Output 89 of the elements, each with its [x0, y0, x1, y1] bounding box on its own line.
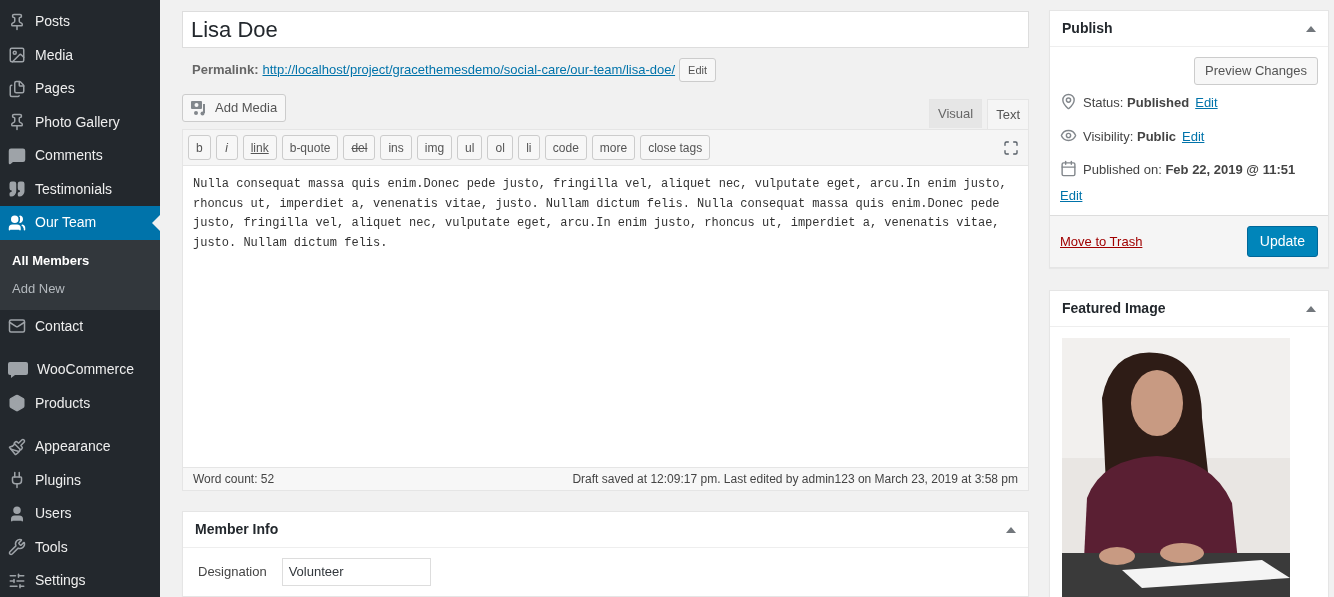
- format-button[interactable]: img: [416, 135, 453, 160]
- publish-setting: Visibility: Public: [1083, 127, 1176, 146]
- menu-item[interactable]: Products: [0, 386, 160, 420]
- format-button[interactable]: del: [343, 135, 376, 160]
- box-title: Member Info: [195, 520, 279, 539]
- designation-field[interactable]: Volunteer: [281, 558, 431, 586]
- format-button[interactable]: ul: [457, 135, 483, 160]
- box-title: Featured Image: [1062, 299, 1166, 318]
- menu-label: Comments: [35, 146, 103, 166]
- quote-icon: [8, 180, 26, 199]
- menu-item[interactable]: Pages: [0, 72, 160, 106]
- trash-link[interactable]: Move to Trash: [1060, 231, 1143, 252]
- box-icon: [8, 394, 26, 413]
- format-button[interactable]: code: [544, 135, 587, 160]
- preview-button[interactable]: Preview Changes: [1194, 57, 1318, 85]
- format-button[interactable]: i: [215, 135, 238, 160]
- menu-label: Products: [35, 393, 91, 413]
- menu-label: Appearance: [35, 437, 111, 457]
- menu-label: Testimonials: [35, 179, 113, 199]
- menu-item[interactable]: Users: [0, 497, 160, 531]
- format-button[interactable]: b-quote: [281, 135, 339, 160]
- menu-label: Contact: [35, 316, 84, 336]
- menu-item[interactable]: Testimonials: [0, 172, 160, 206]
- editor-tab[interactable]: Text: [987, 99, 1029, 129]
- wrench-icon: [8, 538, 26, 557]
- update-button[interactable]: Update: [1246, 226, 1318, 257]
- menu-item[interactable]: Photo Gallery: [0, 105, 160, 139]
- add-media-button[interactable]: Add Media: [182, 94, 287, 122]
- menu-item[interactable]: Tools: [0, 530, 160, 564]
- pages-icon: [8, 79, 26, 98]
- edit-permalink-button[interactable]: Edit: [679, 58, 717, 82]
- menu-item[interactable]: Media: [0, 38, 160, 72]
- speech-bubble-icon: [8, 146, 26, 165]
- sliders-icon: [8, 571, 26, 590]
- menu-label: Tools: [35, 537, 68, 557]
- editor-text-area[interactable]: Nulla consequat massa quis enim.Donec pede justo, fringilla vel, aliquet nec, vulputate eget, arcu.In enim justo, rhoncus ut, imperdiet a, venenatis vitae, justo. Nullam dictum felis. Nulla consequat massa quis enim.Donec pede justo, fringilla vel, aliquet nec, vulputate eget, arcu.In enim justo, rhoncus ut, imperdiet a, venenatis vitae, justo. Nullam dictum felis.: [183, 166, 1028, 467]
- menu-label: Settings: [35, 571, 86, 591]
- menu-label: Our Team: [35, 213, 97, 233]
- menu-item[interactable]: Comments: [0, 139, 160, 173]
- menu-item[interactable]: Settings: [0, 564, 160, 597]
- menu-label: Pages: [35, 79, 75, 99]
- submenu-item[interactable]: All Members: [0, 246, 160, 275]
- edit-link[interactable]: Edit: [1195, 93, 1218, 113]
- collapse-arrow-icon[interactable]: [1006, 526, 1016, 533]
- format-button[interactable]: b: [188, 135, 211, 160]
- pin-icon: [1060, 93, 1077, 110]
- format-button[interactable]: ol: [487, 135, 513, 160]
- box-title: Publish: [1062, 19, 1113, 38]
- menu-label: Posts: [35, 12, 70, 32]
- collapse-arrow-icon[interactable]: [1306, 305, 1316, 312]
- draft-status: Draft saved at 12:09:17 pm. Last edited by admin123 on March 23, 2019 at 3:58 pm: [572, 471, 1018, 488]
- media-icon: [8, 46, 26, 65]
- format-button[interactable]: ins: [380, 135, 412, 160]
- menu-item[interactable]: Contact: [0, 309, 160, 343]
- pin-icon: [8, 113, 26, 132]
- format-button[interactable]: more: [591, 135, 636, 160]
- edit-link[interactable]: Edit: [1182, 126, 1205, 146]
- paintbrush-icon: [8, 437, 26, 456]
- menu-item[interactable]: Appearance: [0, 430, 160, 464]
- permalink-label: Permalink:: [192, 61, 259, 80]
- menu-label: Media: [35, 45, 74, 65]
- publish-setting: Published on: Feb 22, 2019 @ 11:51: [1083, 161, 1296, 179]
- menu-label: Plugins: [35, 470, 81, 490]
- menu-item[interactable]: Plugins: [0, 463, 160, 497]
- edit-link[interactable]: Edit: [1060, 185, 1083, 205]
- pin-icon: [8, 12, 26, 31]
- menu-label: Users: [35, 504, 72, 524]
- format-button[interactable]: close tags: [640, 135, 711, 160]
- calendar-icon: [1060, 160, 1077, 177]
- format-button[interactable]: link: [242, 135, 277, 160]
- editor-tab[interactable]: Visual: [928, 99, 983, 128]
- permalink-link[interactable]: http://localhost/project/gracethemesdemo/social-care/our-team/lisa-doe/: [262, 60, 676, 80]
- user-icon: [8, 504, 26, 523]
- envelope-icon: [8, 317, 26, 336]
- title-field[interactable]: Lisa Doe: [182, 11, 1029, 48]
- menu-item[interactable]: Posts: [0, 5, 160, 39]
- format-button[interactable]: li: [517, 135, 540, 160]
- menu-item[interactable]: WooCommerce: [0, 353, 160, 387]
- menu-label: Photo Gallery: [35, 112, 120, 132]
- submenu-item[interactable]: Add New: [0, 274, 160, 303]
- menu-item[interactable]: Our Team: [0, 206, 160, 240]
- word-count: Word count: 52: [193, 471, 275, 488]
- menu-label: WooCommerce: [37, 360, 134, 380]
- people-icon: [8, 213, 26, 232]
- fullscreen-icon[interactable]: [1003, 139, 1019, 156]
- publish-setting: Status: Published: [1083, 94, 1190, 112]
- field-label: Designation: [198, 563, 267, 582]
- collapse-arrow-icon[interactable]: [1306, 25, 1316, 32]
- current-pointer-icon: [152, 214, 160, 231]
